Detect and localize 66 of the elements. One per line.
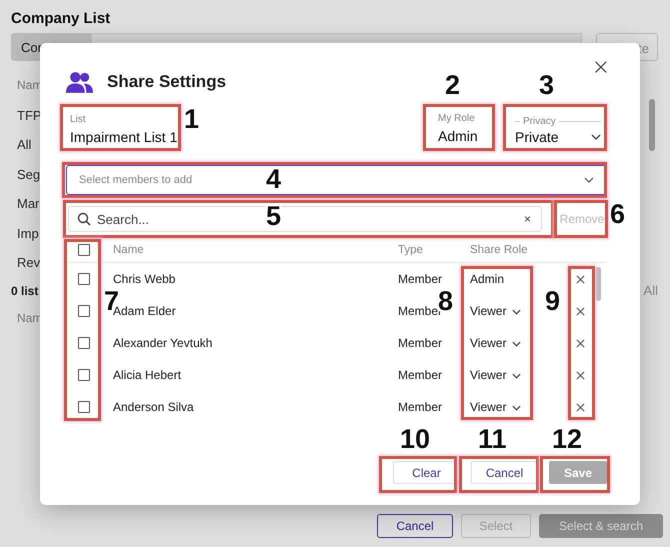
- scrollbar[interactable]: [596, 267, 601, 301]
- callout-number: 5: [266, 203, 282, 230]
- footer-button[interactable]: Clear: [393, 461, 460, 484]
- callout-number: 2: [445, 72, 460, 99]
- list-item[interactable]: Rev: [17, 248, 40, 278]
- annotation-box: [423, 104, 495, 151]
- row-checkbox[interactable]: [78, 369, 90, 381]
- my-role-value: Admin: [438, 128, 478, 144]
- list-item[interactable]: Mar: [17, 189, 40, 218]
- callout-number: 11: [478, 426, 507, 453]
- role-dropdown[interactable]: Viewer: [470, 336, 570, 350]
- my-role-label: My Role: [438, 113, 475, 124]
- member-type: Member: [398, 336, 444, 350]
- list-item[interactable]: Seg: [17, 160, 40, 189]
- search-icon: [77, 212, 91, 226]
- annotation-box: [540, 456, 610, 493]
- remove-member-icon[interactable]: [576, 306, 585, 316]
- column-header: Share Role: [470, 244, 529, 256]
- list-name-field[interactable]: List Impairment List 1: [66, 112, 182, 147]
- remove-member-icon[interactable]: [576, 370, 585, 380]
- remove-member-icon[interactable]: [576, 274, 585, 284]
- clear-search-button[interactable]: ×: [524, 212, 531, 226]
- column-header: Type: [398, 244, 424, 256]
- caret-icon: [591, 134, 601, 140]
- row-checkbox[interactable]: [78, 337, 90, 349]
- callout-number: 3: [539, 72, 554, 99]
- remove-member-icon[interactable]: [576, 338, 585, 348]
- list-item[interactable]: TFP: [17, 100, 42, 130]
- member-name: Alexander Yevtukh: [113, 336, 214, 350]
- member-name: Chris Webb: [113, 272, 176, 286]
- scrollbar[interactable]: [649, 99, 655, 151]
- callout-number: 12: [552, 426, 582, 453]
- select-all-checkbox[interactable]: [78, 244, 90, 256]
- role-dropdown[interactable]: Viewer: [470, 400, 570, 414]
- caret-icon: [512, 372, 522, 379]
- member-type: Member: [398, 368, 444, 382]
- page-button[interactable]: Cancel: [377, 514, 453, 538]
- row-checkbox[interactable]: [78, 305, 90, 317]
- member-type: Member: [398, 400, 444, 414]
- role-dropdown[interactable]: Viewer: [470, 368, 570, 382]
- callout-number: 4: [266, 166, 282, 193]
- close-button[interactable]: ×: [592, 57, 610, 79]
- caret-icon: [512, 404, 522, 411]
- callout-number: 6: [610, 201, 626, 228]
- column-header: Name: [113, 244, 145, 256]
- caret-icon: [512, 308, 522, 315]
- list-item[interactable]: Imp: [17, 218, 39, 248]
- member-name: Alicia Hebert: [113, 368, 182, 382]
- caret-icon: [512, 340, 522, 347]
- caret-icon: [584, 177, 594, 183]
- privacy-dropdown[interactable]: Privacy Private: [510, 116, 607, 149]
- member-name: Anderson Silva: [113, 400, 195, 414]
- dialog-title: Share Settings: [107, 72, 226, 92]
- list-item[interactable]: All: [17, 130, 32, 160]
- row-checkbox[interactable]: [78, 273, 90, 285]
- callout-number: 10: [400, 426, 430, 453]
- callout-number: 9: [545, 288, 560, 315]
- users-icon: [66, 70, 93, 94]
- remove-member-icon[interactable]: [576, 402, 585, 412]
- role-text: Admin: [470, 272, 506, 286]
- list-count: 0 list: [11, 284, 38, 298]
- footer-button[interactable]: Cancel: [471, 461, 538, 484]
- row-checkbox[interactable]: [78, 401, 90, 413]
- member-type: Member: [398, 272, 444, 286]
- page-title: Company List: [11, 10, 112, 27]
- callout-number: 1: [184, 106, 200, 133]
